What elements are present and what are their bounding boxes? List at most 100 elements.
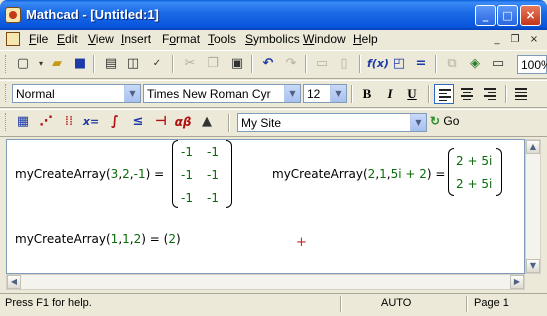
document-close-button[interactable]: × bbox=[526, 33, 542, 47]
document-minimize-button[interactable]: _ bbox=[489, 33, 505, 47]
result-matrix-2: 2 + 5i 2 + 5i bbox=[448, 148, 502, 196]
toolbar-separator bbox=[305, 55, 307, 73]
expression-1[interactable]: myCreateArray(3,2,-1) = bbox=[15, 167, 164, 181]
toolbar-grip[interactable] bbox=[5, 55, 9, 73]
print-preview-icon[interactable]: ◫ bbox=[124, 55, 142, 73]
underline-button[interactable]: U bbox=[402, 84, 422, 104]
align-center-button[interactable] bbox=[457, 84, 477, 104]
matrix-cell: -1 bbox=[207, 145, 219, 159]
programming-toolbar-icon[interactable]: ⊣ bbox=[152, 113, 170, 131]
resources-icon[interactable]: ◈ bbox=[466, 55, 484, 73]
align-across-icon[interactable]: ▭ bbox=[313, 55, 331, 73]
toolbar-separator bbox=[351, 85, 353, 103]
font-select[interactable]: Times New Roman Cyr ▼ bbox=[143, 84, 301, 103]
font-size-select[interactable]: 12 ▼ bbox=[303, 84, 347, 103]
menu-symbolics[interactable]: Symbolics bbox=[245, 32, 300, 46]
document-menu-icon[interactable] bbox=[6, 32, 20, 46]
print-icon[interactable]: ▤ bbox=[102, 55, 120, 73]
calculate-icon[interactable]: = bbox=[412, 55, 430, 73]
chevron-down-icon[interactable]: ▼ bbox=[330, 85, 346, 102]
scroll-up-button[interactable]: ▲ bbox=[526, 140, 540, 154]
matrix-cell: -1 bbox=[207, 191, 219, 205]
matrix-toolbar-icon[interactable]: ⁞⁞ bbox=[60, 113, 78, 131]
menu-file[interactable]: File bbox=[29, 32, 48, 46]
matrix-cell: 2 + 5i bbox=[456, 177, 493, 191]
scroll-right-button[interactable]: ▶ bbox=[510, 275, 524, 289]
menu-view[interactable]: View bbox=[88, 32, 114, 46]
insertion-crosshair: + bbox=[296, 235, 307, 250]
toolbar-grip[interactable] bbox=[5, 84, 9, 102]
left-bracket bbox=[448, 148, 454, 196]
expression-2[interactable]: myCreateArray(2,1,5i + 2) = bbox=[272, 167, 445, 181]
font-size-value: 12 bbox=[307, 87, 321, 101]
insert-component-icon[interactable]: ⧉ bbox=[443, 55, 461, 73]
expression-3[interactable]: myCreateArray(1,1,2) = (2) bbox=[15, 232, 181, 246]
align-left-button[interactable] bbox=[434, 84, 454, 104]
scroll-left-button[interactable]: ◀ bbox=[7, 275, 21, 289]
toolbar-separator bbox=[435, 55, 437, 73]
save-icon[interactable]: ■ bbox=[71, 55, 89, 73]
toolbar-separator bbox=[93, 55, 95, 73]
zoom-value: 100% bbox=[521, 58, 547, 72]
menu-help[interactable]: Help bbox=[353, 32, 378, 46]
menu-edit[interactable]: Edit bbox=[57, 32, 78, 46]
show-hide-icon[interactable]: ▭ bbox=[489, 55, 507, 73]
greek-toolbar-icon[interactable]: αβ bbox=[174, 113, 192, 131]
bold-button[interactable]: B bbox=[357, 84, 377, 104]
style-select[interactable]: Normal ▼ bbox=[12, 84, 141, 103]
new-icon[interactable]: ▢ bbox=[14, 55, 32, 73]
chevron-down-icon[interactable]: ▼ bbox=[410, 114, 426, 131]
matrix-cell: -1 bbox=[181, 191, 193, 205]
go-label: Go bbox=[443, 114, 460, 128]
toolbar-grip[interactable] bbox=[5, 113, 9, 131]
boolean-toolbar-icon[interactable]: ≤ bbox=[129, 113, 147, 131]
matrix-cell: 2 + 5i bbox=[456, 154, 493, 168]
undo-icon[interactable]: ↶ bbox=[259, 55, 277, 73]
menu-insert[interactable]: Insert bbox=[121, 32, 151, 46]
matrix-cell: -1 bbox=[181, 168, 193, 182]
evaluation-toolbar-icon[interactable]: x= bbox=[82, 113, 100, 131]
mathcad-app-icon[interactable] bbox=[5, 7, 21, 23]
paste-icon[interactable]: ▣ bbox=[228, 55, 246, 73]
symbolic-toolbar-icon[interactable]: ▲ bbox=[198, 113, 216, 131]
left-bracket bbox=[172, 140, 178, 208]
copy-icon[interactable]: ❐ bbox=[204, 55, 222, 73]
menu-tools[interactable]: Tools bbox=[208, 32, 236, 46]
scroll-down-button[interactable]: ▼ bbox=[526, 259, 540, 273]
align-left-icon bbox=[439, 89, 451, 103]
menu-window[interactable]: Window bbox=[303, 32, 346, 46]
toolbar-separator bbox=[228, 114, 230, 132]
status-calc-mode: AUTO bbox=[381, 297, 412, 309]
result-value-3: 2 bbox=[168, 232, 176, 246]
status-help-text: Press F1 for help. bbox=[5, 297, 92, 309]
close-button[interactable]: × bbox=[520, 5, 541, 26]
spell-check-icon[interactable]: ✓ bbox=[148, 55, 166, 73]
insert-function-icon[interactable]: f(x) bbox=[367, 55, 389, 73]
menu-format[interactable]: Format bbox=[162, 32, 200, 46]
align-right-button[interactable] bbox=[480, 84, 500, 104]
matrix-cell: -1 bbox=[181, 145, 193, 159]
cut-icon[interactable]: ✂ bbox=[181, 55, 199, 73]
chevron-down-icon[interactable]: ▼ bbox=[284, 85, 300, 102]
document-restore-button[interactable]: ❐ bbox=[507, 33, 523, 47]
maximize-button[interactable]: □ bbox=[497, 5, 518, 26]
redo-icon[interactable]: ↷ bbox=[282, 55, 300, 73]
minimize-button[interactable]: _ bbox=[475, 5, 496, 26]
insert-unit-icon[interactable]: ◰ bbox=[390, 55, 408, 73]
calculus-toolbar-icon[interactable]: ∫ bbox=[106, 113, 124, 131]
graph-toolbar-icon[interactable]: ⋰ bbox=[37, 113, 55, 131]
open-icon[interactable]: ▰ bbox=[48, 55, 66, 73]
calculator-toolbar-icon[interactable]: ▦ bbox=[14, 113, 32, 131]
chevron-down-icon[interactable]: ▼ bbox=[124, 85, 140, 102]
zoom-combo[interactable]: 100% bbox=[517, 55, 547, 74]
horizontal-scrollbar[interactable] bbox=[6, 274, 525, 290]
align-down-icon[interactable]: ▯ bbox=[335, 55, 353, 73]
vertical-scrollbar[interactable] bbox=[525, 139, 541, 274]
right-bracket bbox=[226, 140, 232, 208]
right-bracket bbox=[496, 148, 502, 196]
go-button[interactable]: ↻ Go bbox=[430, 114, 459, 128]
toolbar-separator bbox=[359, 55, 361, 73]
italic-button[interactable]: I bbox=[380, 84, 400, 104]
resources-site-select[interactable]: My Site ▼ bbox=[237, 113, 427, 132]
bullets-button[interactable] bbox=[511, 84, 531, 104]
